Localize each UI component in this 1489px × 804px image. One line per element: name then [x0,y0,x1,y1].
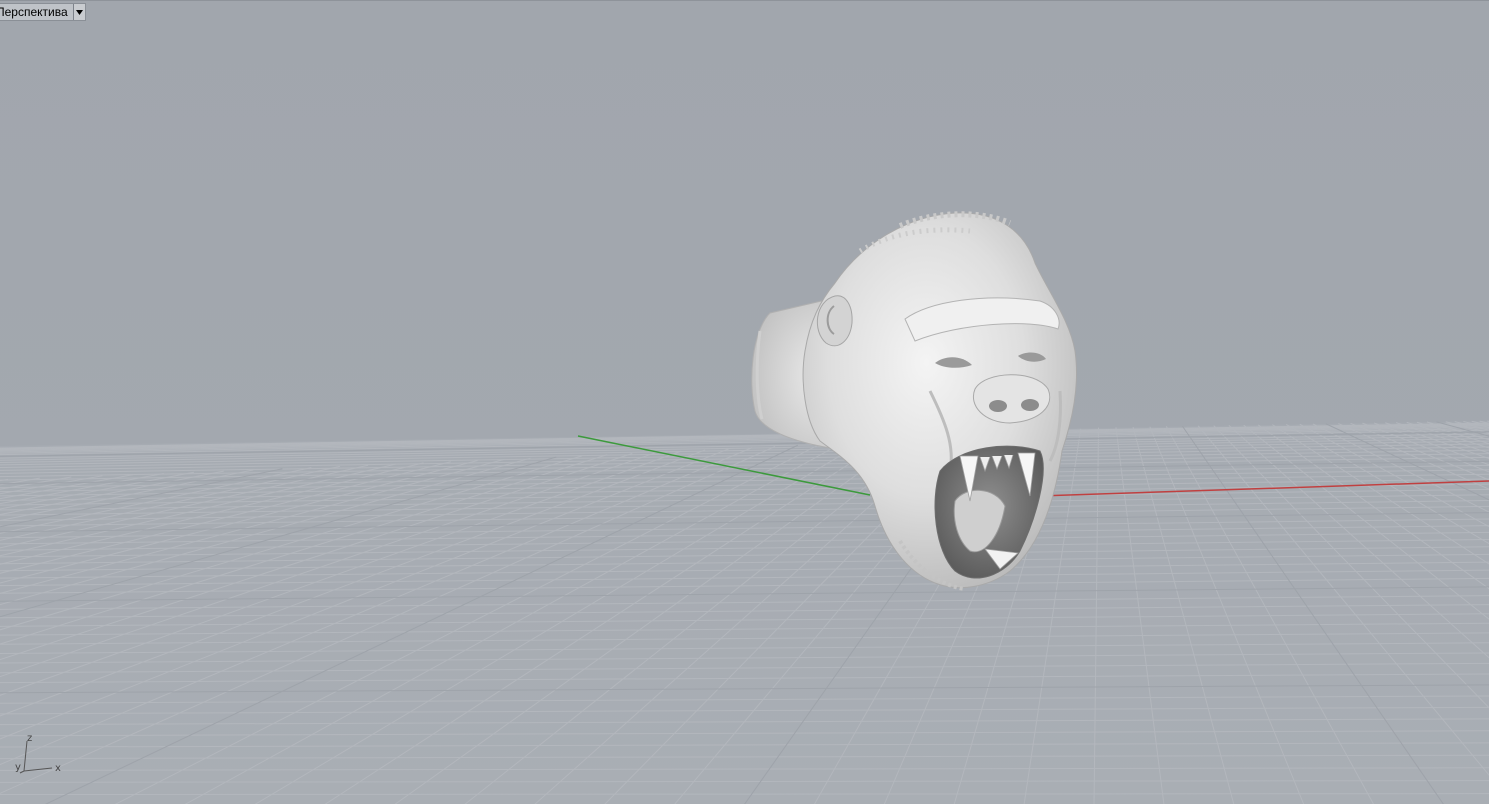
construction-grid [0,420,1489,804]
chevron-down-icon[interactable] [72,4,85,20]
viewport-scene[interactable]: x y z [0,1,1489,804]
axis-y-label: y [15,762,21,773]
axis-x-label: x [55,763,61,774]
viewport-title[interactable]: Перспектива [0,4,73,20]
perspective-viewport[interactable]: Перспектива x y z [0,0,1489,804]
axis-z-label: z [27,733,32,744]
viewport-title-tab[interactable]: Перспектива [0,3,86,21]
